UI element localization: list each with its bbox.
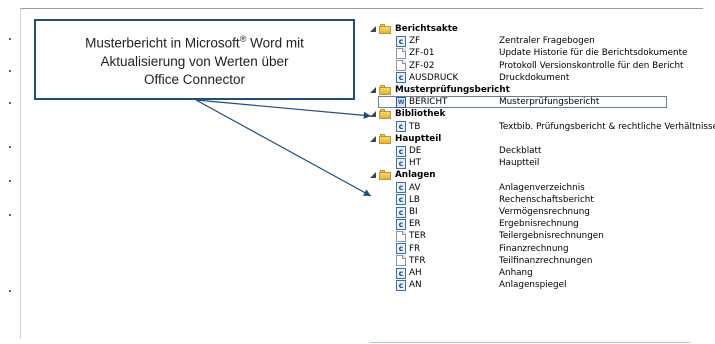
item-description: Textbib. Prüfungsbericht & rechtliche Ve…: [499, 121, 715, 132]
folder-icon: [379, 109, 391, 120]
collapse-triangle-icon[interactable]: [370, 26, 376, 32]
blank-document-icon: [396, 230, 406, 242]
tree-row-ausdruck[interactable]: c AUSDRUCK Druckdokument: [396, 72, 696, 84]
folder-icon: [379, 85, 391, 95]
tree-row-tfr[interactable]: TFR Teilfinanzrechnungen: [396, 255, 696, 267]
item-description: Anlagenverzeichnis: [499, 182, 585, 193]
blank-document-icon: [396, 47, 406, 59]
item-description: Musterprüfungsbericht: [499, 97, 600, 108]
collapse-triangle-icon[interactable]: [370, 111, 376, 118]
item-code: ZF-01: [409, 48, 435, 59]
folder-label: Hauptteil: [395, 133, 442, 144]
item-description: Ergebnisrechnung: [499, 219, 579, 230]
folder-label: Musterprüfungsbericht: [395, 85, 510, 95]
folder-icon: [379, 133, 391, 144]
collapse-triangle-icon[interactable]: [370, 87, 376, 93]
tree-bottom-border: [370, 342, 690, 343]
item-description: Druckdokument: [499, 72, 570, 83]
folder-node[interactable]: Berichtsakte: [370, 23, 458, 35]
folder-node[interactable]: Hauptteil: [370, 133, 441, 145]
tree-row-ter[interactable]: TER Teilergebnisrechnungen: [396, 230, 696, 242]
collapse-triangle-icon[interactable]: [370, 135, 376, 142]
item-code: AUSDRUCK: [409, 72, 459, 83]
item-code: FR: [409, 243, 421, 254]
word-document-icon: W: [396, 96, 406, 108]
tree-row-an[interactable]: c AN Anlagenspiegel: [396, 279, 696, 291]
collapse-triangle-icon[interactable]: [370, 172, 376, 179]
folder-node[interactable]: Anlagen: [370, 169, 436, 181]
tree-row-zf-02[interactable]: ZF-02 Protokoll Versionskontrolle für den…: [396, 60, 696, 72]
blank-document-icon: [396, 60, 406, 72]
tree-row-bi[interactable]: c BI Vermögensrechnung: [396, 206, 696, 218]
c-document-icon: c: [396, 35, 406, 47]
item-description: Teilergebnisrechnungen: [499, 231, 604, 242]
folder-label: Berichtsakte: [395, 24, 458, 34]
item-description: Anhang: [499, 268, 533, 278]
item-description: Zentraler Fragebogen: [499, 36, 595, 47]
blank-document-icon: [396, 255, 406, 267]
folder-icon: [379, 24, 391, 34]
item-code: AN: [409, 280, 422, 291]
tree-row-er[interactable]: c ER Ergebnisrechnung: [396, 218, 696, 230]
item-code: TB: [409, 121, 421, 132]
c-document-icon: c: [396, 206, 406, 218]
tree-row-fr[interactable]: c FR Finanzrechnung: [396, 243, 696, 255]
item-code: HT: [409, 158, 421, 169]
item-code: AV: [409, 182, 421, 193]
item-code: ZF: [409, 36, 421, 47]
item-code: DE: [409, 146, 422, 156]
tree-row-de[interactable]: c DE Deckblatt: [396, 145, 696, 157]
tree-row-bericht[interactable]: W BERICHT Musterprüfungsbericht: [396, 96, 696, 108]
document-tree: Berichtsakte c ZF Zentraler Fragebogen ZF-01…: [370, 23, 715, 343]
c-document-icon: c: [396, 72, 406, 84]
c-document-icon: c: [396, 279, 406, 291]
tree-row-zf-01[interactable]: ZF-01 Update Historie für die Berichtsdok…: [396, 47, 696, 59]
item-code: BI: [409, 207, 418, 217]
item-code: TFR: [409, 255, 426, 266]
item-code: BERICHT: [409, 97, 448, 108]
item-code: AH: [409, 268, 422, 278]
item-description: Rechenschaftsbericht: [499, 194, 594, 205]
c-document-icon: c: [396, 121, 406, 133]
item-description: Teilfinanzrechnungen: [499, 255, 593, 266]
item-description: Vermögensrechnung: [499, 207, 590, 217]
item-description: Anlagenspiegel: [499, 280, 567, 291]
c-document-icon: c: [396, 267, 406, 279]
folder-label: Bibliothek: [395, 109, 446, 120]
item-code: TER: [409, 231, 427, 242]
tree-row-ah[interactable]: c AH Anhang: [396, 267, 696, 279]
c-document-icon: c: [396, 182, 406, 194]
item-description: Deckblatt: [499, 146, 542, 156]
tree-row-ht[interactable]: c HT Hauptteil: [396, 157, 696, 169]
tree-row-lb[interactable]: c LB Rechenschaftsbericht: [396, 194, 696, 206]
c-document-icon: c: [396, 243, 406, 255]
item-description: Protokoll Versionskontrolle für den Beri…: [499, 60, 684, 71]
item-description: Update Historie für die Berichtsdokument…: [499, 48, 688, 59]
item-code: ER: [409, 219, 421, 230]
c-document-icon: c: [396, 145, 406, 157]
tree-row-av[interactable]: c AV Anlagenverzeichnis: [396, 182, 696, 194]
c-document-icon: c: [396, 194, 406, 206]
item-code: LB: [409, 194, 420, 205]
folder-icon: [379, 170, 391, 181]
arrow-to-bericht: [195, 99, 372, 119]
folder-node[interactable]: Bibliothek: [370, 108, 445, 120]
tree-row-zf[interactable]: c ZF Zentraler Fragebogen: [396, 35, 696, 47]
item-description: Hauptteil: [499, 158, 540, 169]
c-document-icon: c: [396, 157, 406, 169]
tree-row-tb[interactable]: c TB Textbib. Prüfungsbericht & rechtliche…: [396, 121, 715, 133]
c-document-icon: c: [396, 218, 406, 230]
arrow-to-hauptteil: [195, 99, 372, 197]
item-code: ZF-02: [409, 60, 435, 71]
folder-node[interactable]: Musterprüfungsbericht: [370, 84, 510, 96]
item-description: Finanzrechnung: [499, 243, 569, 254]
folder-label: Anlagen: [395, 170, 436, 181]
